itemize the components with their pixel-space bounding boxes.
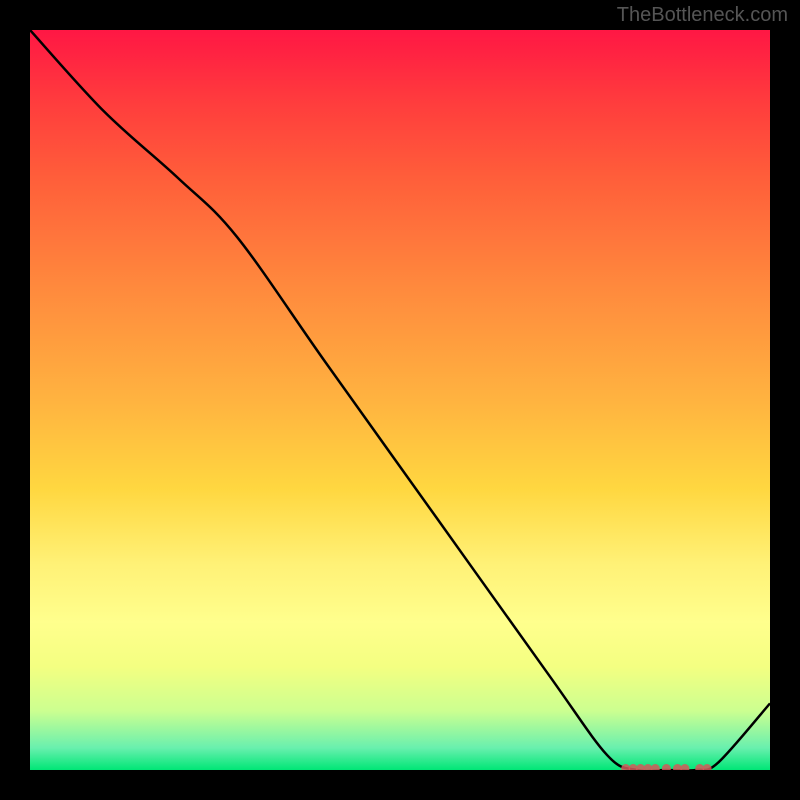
- chart-container: TheBottleneck.com: [0, 0, 800, 800]
- markers-svg: [30, 30, 770, 770]
- marker-dot: [680, 764, 689, 770]
- marker-dot: [651, 764, 660, 770]
- marker-dot: [703, 764, 712, 770]
- watermark-text: TheBottleneck.com: [617, 4, 788, 27]
- marker-dot: [662, 764, 671, 770]
- plot-area: [30, 30, 770, 770]
- optimal-range-markers: [621, 764, 711, 770]
